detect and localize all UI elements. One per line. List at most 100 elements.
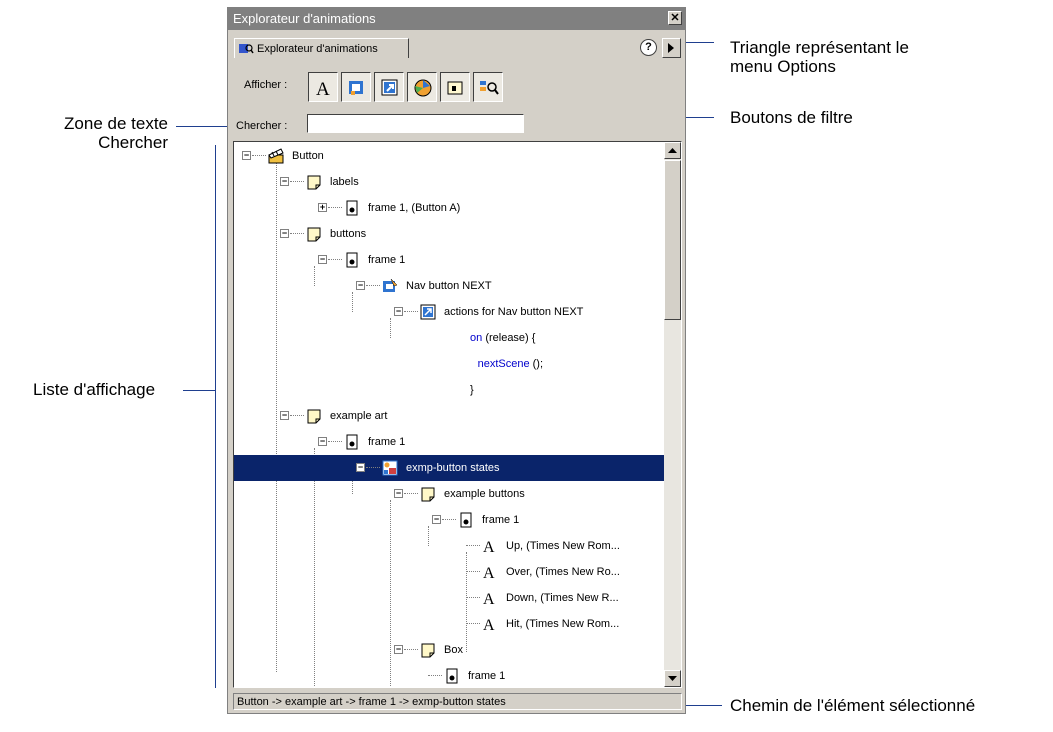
tree-row[interactable]: A Hit, (Times New Rom... [234, 611, 664, 637]
callout-selected-path: Chemin de l'élément sélectionné [730, 696, 976, 715]
callout-line-status [682, 705, 722, 706]
tree-row[interactable]: − Box [234, 637, 664, 663]
collapse-icon[interactable]: − [356, 281, 365, 290]
tree-connector [290, 415, 304, 416]
frame-icon [444, 668, 460, 684]
scroll-down-button[interactable] [664, 670, 681, 687]
options-triangle-icon [668, 43, 674, 53]
collapse-icon[interactable]: − [280, 411, 289, 420]
options-menu-button[interactable] [662, 38, 681, 58]
frame-icon [344, 200, 360, 216]
tree-row-selected[interactable]: − exmp-button states [234, 455, 664, 481]
customize-filter-icon [480, 81, 499, 95]
tree-row[interactable]: − frame 1 [234, 507, 664, 533]
svg-text:A: A [483, 539, 495, 554]
filter-buttons-button[interactable] [341, 72, 371, 102]
tree-row[interactable]: − example art [234, 403, 664, 429]
layer-icon [420, 486, 436, 502]
scroll-thumb[interactable] [664, 160, 681, 320]
tree-row[interactable]: − Button [234, 143, 664, 169]
arrow-down-icon [668, 676, 677, 681]
tree-row[interactable]: − buttons [234, 221, 664, 247]
frame-icon [344, 434, 360, 450]
tree-connector [328, 207, 342, 208]
tree-connector [404, 649, 418, 650]
tab-label: Explorateur d'animations [257, 43, 378, 55]
action-icon [420, 304, 436, 320]
collapse-icon[interactable]: − [318, 255, 327, 264]
movie-explorer-panel: Explorateur d'animations ✕ Explorateur d… [227, 7, 686, 714]
tree-row[interactable]: A Over, (Times New Ro... [234, 559, 664, 585]
action-script-line: nextScene (); [478, 351, 543, 377]
filter-frames-layers-button[interactable] [440, 72, 470, 102]
filter-customize-button[interactable] [473, 72, 503, 102]
collapse-icon[interactable]: − [280, 177, 289, 186]
tree-row[interactable]: + frame 1, (Button A) [234, 195, 664, 221]
filter-actions-button[interactable] [374, 72, 404, 102]
display-list[interactable]: − Button − labels + frame 1, (Button A) − butto… [233, 141, 682, 688]
script-text: (release) { [485, 332, 536, 344]
svg-text:A: A [316, 79, 330, 99]
layer-icon [306, 226, 322, 242]
filter-media-button[interactable] [407, 72, 437, 102]
help-button[interactable]: ? [640, 39, 657, 56]
filter-text-button[interactable]: A [308, 72, 338, 102]
tree-row[interactable]: A Down, (Times New R... [234, 585, 664, 611]
tree-row-label: Up, (Times New Rom... [506, 540, 620, 552]
collapse-icon[interactable]: − [432, 515, 441, 524]
collapse-icon[interactable]: − [394, 489, 403, 498]
tree-row-label: } [470, 384, 474, 396]
callout-line-list-v [215, 145, 216, 688]
movieclip-icon [382, 460, 398, 476]
tree-row-label: frame 1 [482, 514, 520, 526]
scroll-up-button[interactable] [664, 142, 681, 159]
collapse-icon[interactable]: − [394, 645, 403, 654]
frames-layers-filter-icon [447, 81, 463, 95]
panel-title: Explorateur d'animations [233, 11, 376, 26]
tree-row[interactable]: } [234, 377, 664, 403]
close-button[interactable]: ✕ [668, 11, 682, 25]
collapse-icon[interactable]: − [356, 463, 365, 472]
script-keyword: nextScene [477, 358, 530, 370]
collapse-icon[interactable]: − [394, 307, 403, 316]
collapse-icon[interactable]: − [318, 437, 327, 446]
tree-row-label: Down, (Times New R... [506, 592, 619, 604]
collapse-icon[interactable]: − [242, 151, 251, 160]
tree-row-label: example buttons [444, 488, 525, 500]
tree-connector [328, 441, 342, 442]
text-icon: A [482, 564, 498, 582]
tree-row[interactable]: − frame 1 [234, 247, 664, 273]
script-text: (); [532, 358, 544, 370]
video-sound-bitmap-filter-icon [414, 79, 432, 97]
tree-row[interactable]: nextScene (); [234, 351, 664, 377]
search-input[interactable] [307, 114, 524, 133]
tree-row-label: frame 1 [468, 670, 506, 682]
scene-icon [268, 148, 284, 164]
tree-row[interactable]: − actions for Nav button NEXT [234, 299, 664, 325]
tree-row[interactable]: − labels [234, 169, 664, 195]
expand-icon[interactable]: + [318, 203, 327, 212]
tab-movie-explorer[interactable]: Explorateur d'animations [234, 38, 409, 58]
selected-path-bar: Button -> example art -> frame 1 -> exmp… [233, 693, 682, 710]
tree-row[interactable]: − Nav button NEXT [234, 273, 664, 299]
tree-row[interactable]: − example buttons [234, 481, 664, 507]
tree-connector [466, 597, 480, 598]
tree-row[interactable]: − frame 1 [234, 429, 664, 455]
frame-icon [458, 512, 474, 528]
tree-row-label: actions for Nav button NEXT [444, 306, 584, 318]
collapse-icon[interactable]: − [280, 229, 289, 238]
tree-row[interactable]: on (release) { [234, 325, 664, 351]
text-icon: A [482, 616, 498, 634]
tree-connector [466, 571, 480, 572]
panel-titlebar[interactable]: Explorateur d'animations ✕ [228, 8, 685, 30]
tree-row-label: Button [292, 150, 324, 162]
callout-line-list-h [183, 390, 215, 391]
vertical-scrollbar[interactable] [664, 142, 681, 687]
tree-row[interactable]: frame 1 [234, 663, 664, 687]
callout-search-box: Zone de texte Chercher [64, 114, 168, 152]
script-keyword: on [470, 332, 483, 344]
layer-icon [306, 174, 322, 190]
text-icon: A [482, 590, 498, 608]
tree-connector [442, 519, 456, 520]
tree-row[interactable]: A Up, (Times New Rom... [234, 533, 664, 559]
